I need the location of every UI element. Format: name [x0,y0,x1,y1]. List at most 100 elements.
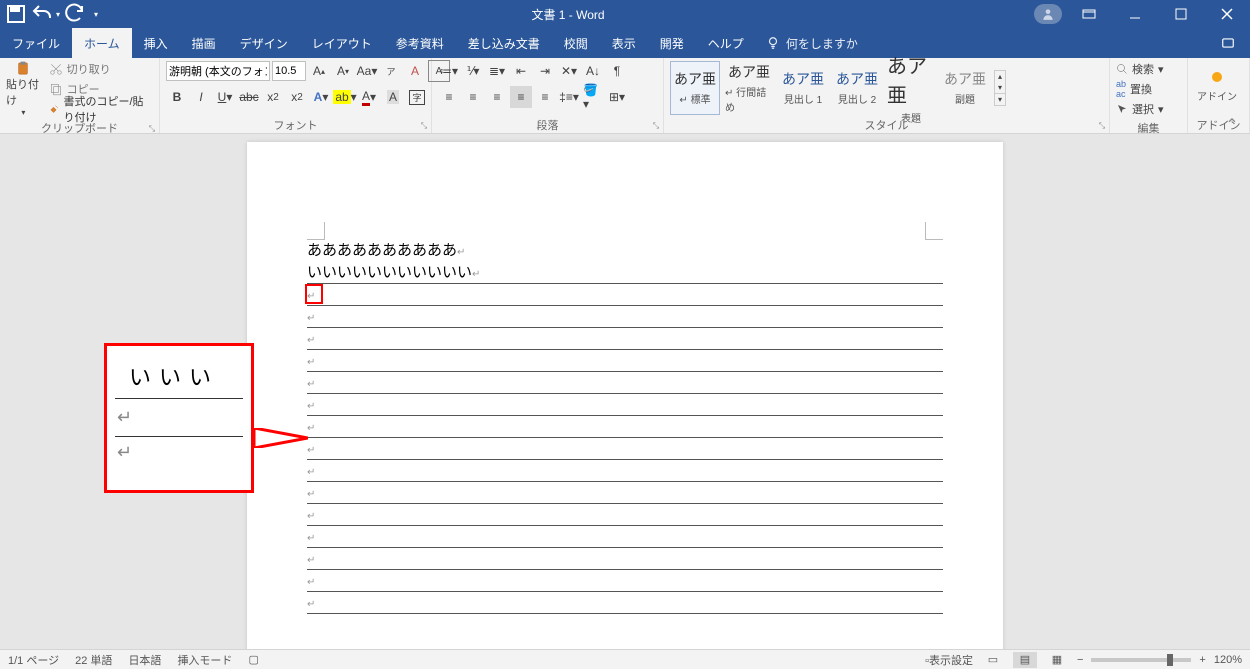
underline-button[interactable]: U▾ [214,86,236,108]
font-size-combo[interactable] [272,61,306,81]
text-line-empty[interactable]: ↵ [307,438,943,460]
style-nospacing[interactable]: あア亜↵ 行間詰め [724,61,774,115]
text-line-empty[interactable]: ↵ [307,592,943,614]
borders-button[interactable]: ⊞▾ [606,86,628,108]
style-normal[interactable]: あア亜↵ 標準 [670,61,720,115]
status-words[interactable]: 22 単語 [75,652,112,668]
increase-indent-button[interactable]: ⇥ [534,60,556,82]
tab-help[interactable]: ヘルプ [696,28,756,58]
text-line-2[interactable]: いいいいいいいいいいい↵ [307,262,943,284]
tab-view[interactable]: 表示 [600,28,648,58]
zoom-in-button[interactable]: + [1199,654,1205,666]
maximize-button[interactable] [1158,0,1204,28]
tab-file[interactable]: ファイル [0,28,72,58]
font-launcher[interactable]: ⤡ [419,121,429,131]
collapse-ribbon-button[interactable]: ⌃ [1222,118,1242,132]
line-spacing-button[interactable]: ‡≡▾ [558,86,580,108]
clipboard-launcher[interactable]: ⤡ [147,124,157,134]
sort-button[interactable]: A↓ [582,60,604,82]
style-subtitle[interactable]: あア亜副題 [940,61,990,115]
decrease-indent-button[interactable]: ⇤ [510,60,532,82]
align-justify-button[interactable]: ≡ [510,86,532,108]
text-line-empty[interactable]: ↵ [307,482,943,504]
styles-launcher[interactable]: ⤡ [1097,121,1107,131]
tab-layout[interactable]: レイアウト [300,28,384,58]
tab-review[interactable]: 校閲 [552,28,600,58]
share-button[interactable] [1206,28,1250,58]
tab-mailings[interactable]: 差し込み文書 [456,28,552,58]
redo-button[interactable] [62,2,86,26]
text-line-empty[interactable]: ↵ [307,306,943,328]
print-layout-button[interactable]: ▤ [1013,652,1037,668]
grow-font-button[interactable]: A▴ [308,60,330,82]
bullets-button[interactable]: ≔▾ [438,60,460,82]
style-heading2[interactable]: あア亜見出し 2 [832,61,882,115]
text-line-empty[interactable]: ↵ [307,416,943,438]
asian-layout-button[interactable]: ✕▾ [558,60,580,82]
ribbon-display-button[interactable] [1066,0,1112,28]
status-mode[interactable]: 挿入モード [177,652,232,668]
bold-button[interactable]: B [166,86,188,108]
numbering-button[interactable]: ⅟▾ [462,60,484,82]
close-button[interactable] [1204,0,1250,28]
clear-formatting-button[interactable]: A [404,60,426,82]
align-right-button[interactable]: ≡ [486,86,508,108]
subscript-button[interactable]: x2 [262,86,284,108]
macro-recorder-icon[interactable]: ▢ [248,653,258,666]
change-case-button[interactable]: Aa▾ [356,60,378,82]
multilevel-list-button[interactable]: ≣▾ [486,60,508,82]
tab-insert[interactable]: 挿入 [132,28,180,58]
save-button[interactable] [4,2,28,26]
page[interactable]: ああああああああああ↵ いいいいいいいいいいい↵ ↵ ↵ ↵ ↵ ↵ ↵ ↵ ↵… [247,142,1003,662]
text-line-empty[interactable]: ↵ [307,526,943,548]
tab-references[interactable]: 参考資料 [384,28,456,58]
text-line-empty[interactable]: ↵ [307,284,943,306]
document-canvas[interactable]: ああああああああああ↵ いいいいいいいいいいい↵ ↵ ↵ ↵ ↵ ↵ ↵ ↵ ↵… [0,134,1250,649]
style-heading1[interactable]: あア亜見出し 1 [778,61,828,115]
addin-button[interactable]: アドイン [1194,72,1240,103]
text-line-empty[interactable]: ↵ [307,328,943,350]
text-line-1[interactable]: ああああああああああ↵ [307,240,943,262]
account-button[interactable] [1034,4,1062,24]
font-color-button[interactable]: A▾ [358,86,380,108]
tab-design[interactable]: デザイン [228,28,300,58]
minimize-button[interactable] [1112,0,1158,28]
paste-button[interactable]: 貼り付け ▾ [6,61,41,117]
zoom-out-button[interactable]: − [1077,654,1083,666]
text-effects-button[interactable]: A▾ [310,86,332,108]
text-line-empty[interactable]: ↵ [307,570,943,592]
styles-more-button[interactable]: ▴▾▾ [994,70,1006,106]
undo-button[interactable] [30,2,54,26]
style-title[interactable]: あア亜表題 [886,61,936,115]
character-border-button[interactable]: 字 [406,86,428,108]
format-painter-button[interactable]: 書式のコピー/貼り付け [47,100,153,118]
status-page[interactable]: 1/1 ページ [8,652,59,668]
tab-developer[interactable]: 開発 [648,28,696,58]
tab-home[interactable]: ホーム [72,28,132,58]
text-line-empty[interactable]: ↵ [307,350,943,372]
align-left-button[interactable]: ≡ [438,86,460,108]
superscript-button[interactable]: x2 [286,86,308,108]
text-line-empty[interactable]: ↵ [307,394,943,416]
align-center-button[interactable]: ≡ [462,86,484,108]
phonetic-guide-button[interactable]: ア [380,60,402,82]
shrink-font-button[interactable]: A▾ [332,60,354,82]
show-marks-button[interactable]: ¶ [606,60,628,82]
find-button[interactable]: 検索 ▾ [1116,60,1164,78]
status-language[interactable]: 日本語 [128,652,161,668]
distributed-button[interactable]: ≡ [534,86,556,108]
text-line-empty[interactable]: ↵ [307,504,943,526]
highlight-button[interactable]: ab▾ [334,86,356,108]
cut-button[interactable]: 切り取り [47,60,153,78]
text-line-empty[interactable]: ↵ [307,372,943,394]
zoom-level[interactable]: 120% [1214,654,1242,666]
tab-draw[interactable]: 描画 [180,28,228,58]
web-layout-button[interactable]: ▦ [1045,652,1069,668]
document-body[interactable]: ああああああああああ↵ いいいいいいいいいいい↵ ↵ ↵ ↵ ↵ ↵ ↵ ↵ ↵… [307,240,943,614]
tell-me-search[interactable]: 何をしますか [756,28,868,58]
read-mode-button[interactable]: ▭ [981,652,1005,668]
replace-button[interactable]: abac置換 [1116,80,1164,98]
strikethrough-button[interactable]: abc [238,86,260,108]
shading-button[interactable]: 🪣▾ [582,86,604,108]
character-shading-button[interactable]: A [382,86,404,108]
